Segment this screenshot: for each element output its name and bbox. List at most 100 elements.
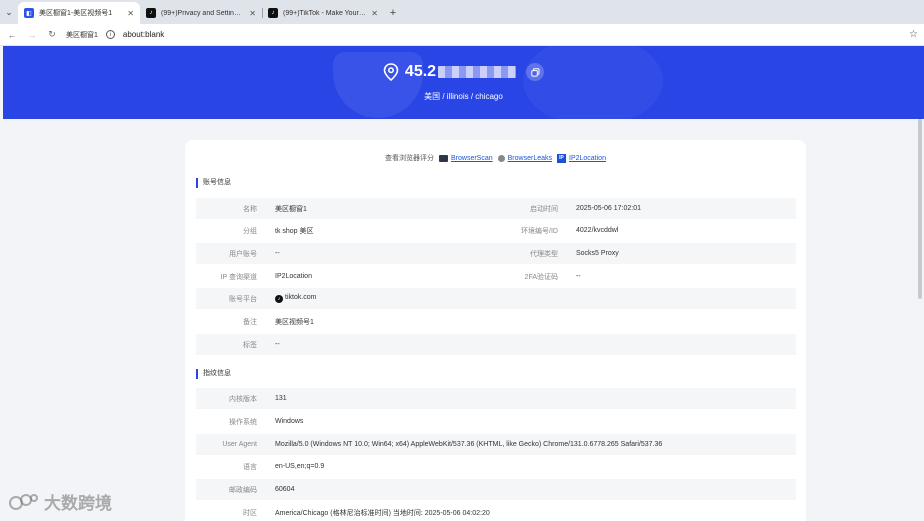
info-icon[interactable]: i [105,30,115,39]
ip-row: 45.2 [3,63,924,81]
tiktok-favicon-icon: ♪ [146,8,156,18]
close-tab-icon[interactable]: ✕ [249,9,256,18]
tab-tiktok[interactable]: ♪ (99+)TikTok - Make Your Day ✕ [262,2,384,24]
browserscan-link[interactable]: BrowserScan [439,154,493,162]
browserscan-icon [439,154,448,162]
row-label: 名称 [243,205,257,213]
location-pin-icon [383,63,399,81]
row-label: 账号平台 [229,295,257,303]
ip-location: 美国 / illinois / chicago [424,92,503,101]
info-row: User Agent Mozilla/5.0 (Windows NT 10.0;… [196,434,796,455]
row-label: 时区 [243,509,257,517]
row-value: 131 [275,395,287,402]
ip2location-link[interactable]: IP IP2Location [557,153,606,163]
row-value: IP2Location [275,273,312,280]
info-row: 分组 tk shop 美区 环境编号/ID 4022/kvcddwl [196,220,796,241]
close-tab-icon[interactable]: ✕ [371,9,378,18]
row-value: Mozilla/5.0 (Windows NT 10.0; Win64; x64… [275,441,663,448]
tab-title: 美区橱窗1-美区视频号1 [39,10,113,17]
link-label: BrowserScan [451,154,493,162]
row-value: 2025-05-06 17:02:01 [576,205,641,212]
address-toolbar: ← → ↻ 美区橱窗1 i about:blank ☆ [0,24,924,46]
tiktok-icon: ♪ [275,295,283,303]
row-value: en-US,en;q=0.9 [275,463,325,470]
info-row: 账号平台 ♪ tiktok.com [196,288,796,309]
row-label: 2FA验证码 [524,273,558,281]
tab-strip: ⌄ ◧ 美区橱窗1-美区视频号1 ✕ ♪ (99+)Privacy and Se… [0,0,924,24]
row-label: 代理类型 [530,250,558,258]
check-label: 查看浏览器评分 [385,155,434,162]
tiktok-favicon-icon: ♪ [268,8,278,18]
link-label: IP2Location [569,154,606,162]
info-card: 查看浏览器评分 BrowserScan BrowserLeaks IP IP2L… [185,140,806,521]
tab-privacy[interactable]: ♪ (99+)Privacy and Settings | TikTok ✕ [140,2,262,24]
row-value: ♪ tiktok.com [257,294,317,303]
profile-chip[interactable]: 美区橱窗1 [66,30,98,40]
row-label: 内核版本 [229,395,257,403]
app-favicon-icon: ◧ [24,8,34,18]
row-label: 邮政编码 [229,486,257,494]
row-value: -- [275,250,280,257]
watermark-logo-icon [9,493,38,510]
back-icon[interactable]: ← [6,30,18,40]
row-label: 环境编号/ID [521,227,558,235]
row-label: 分组 [243,227,257,235]
info-row: 邮政编码 60604 [196,479,796,500]
row-label: 备注 [243,318,257,326]
account-section-title: 账号信息 [196,178,231,188]
info-row: 语言 en-US,en;q=0.9 [196,456,796,477]
row-value: tk shop 美区 [275,227,314,235]
info-row: 标签 -- [196,334,796,355]
row-label: 启动时间 [530,205,558,213]
row-value: America/Chicago (格林尼治标准时间) 当地时间: 2025-05… [275,509,490,517]
platform-value: tiktok.com [285,294,317,301]
row-value: Socks5 Proxy [576,250,619,257]
page-scrollbar[interactable] [918,119,922,299]
decor-shape [523,46,663,119]
row-label: 语言 [243,463,257,471]
fingerprint-section-title: 指纹信息 [196,369,231,379]
row-value: -- [275,341,280,348]
row-value: 美区视频号1 [275,318,314,326]
row-label: 标签 [243,341,257,349]
forward-icon[interactable]: → [26,30,38,40]
browserleaks-link[interactable]: BrowserLeaks [497,154,552,162]
row-value: 美区橱窗1 [275,205,307,213]
info-row: 时区 America/Chicago (格林尼治标准时间) 当地时间: 2025… [196,502,796,521]
tab-title: (99+)TikTok - Make Your Day [283,9,367,17]
info-row: 操作系统 Windows [196,411,796,432]
row-value: 60604 [275,486,295,493]
new-tab-button[interactable]: + [384,2,402,24]
ip-mask [438,66,517,78]
info-row: 内核版本 131 [196,388,796,409]
bookmark-star-icon[interactable]: ☆ [909,29,918,40]
tab-meiqu[interactable]: ◧ 美区橱窗1-美区视频号1 ✕ [18,2,140,24]
row-label: User Agent [222,441,257,448]
ip-address: 45.2 [404,63,517,81]
info-row: 用户账号 -- 代理类型 Socks5 Proxy [196,243,796,264]
watermark: 大数跨境 [8,489,112,514]
watermark-text: 大数跨境 [44,494,112,513]
row-value: 4022/kvcddwl [576,227,619,234]
copy-icon[interactable] [526,63,545,81]
tab-title: (99+)Privacy and Settings | TikTok [161,9,244,17]
info-row: 备注 美区视频号1 [196,311,796,332]
info-row: IP 查询渠道 IP2Location 2FA验证码 -- [196,266,796,287]
tab-search-icon[interactable]: ⌄ [0,0,18,24]
ip-hero-banner: 45.2 美国 / illinois / chicago [3,46,924,119]
row-value: -- [576,273,581,280]
shield-fingerprint-icon [333,52,423,118]
ip-prefix: 45.2 [404,63,437,80]
row-label: 用户账号 [229,250,257,258]
reload-icon[interactable]: ↻ [46,29,58,40]
row-label: 操作系统 [229,418,257,426]
browserleaks-icon [497,154,505,162]
row-label: IP 查询渠道 [220,273,257,281]
address-input[interactable]: about:blank [123,30,901,39]
row-value: Windows [275,418,304,425]
close-tab-icon[interactable]: ✕ [127,9,134,18]
browser-check-row: 查看浏览器评分 BrowserScan BrowserLeaks IP IP2L… [185,153,806,163]
link-label: BrowserLeaks [507,154,552,162]
ip2location-icon: IP [557,153,566,163]
info-row: 名称 美区橱窗1 启动时间 2025-05-06 17:02:01 [196,198,796,219]
